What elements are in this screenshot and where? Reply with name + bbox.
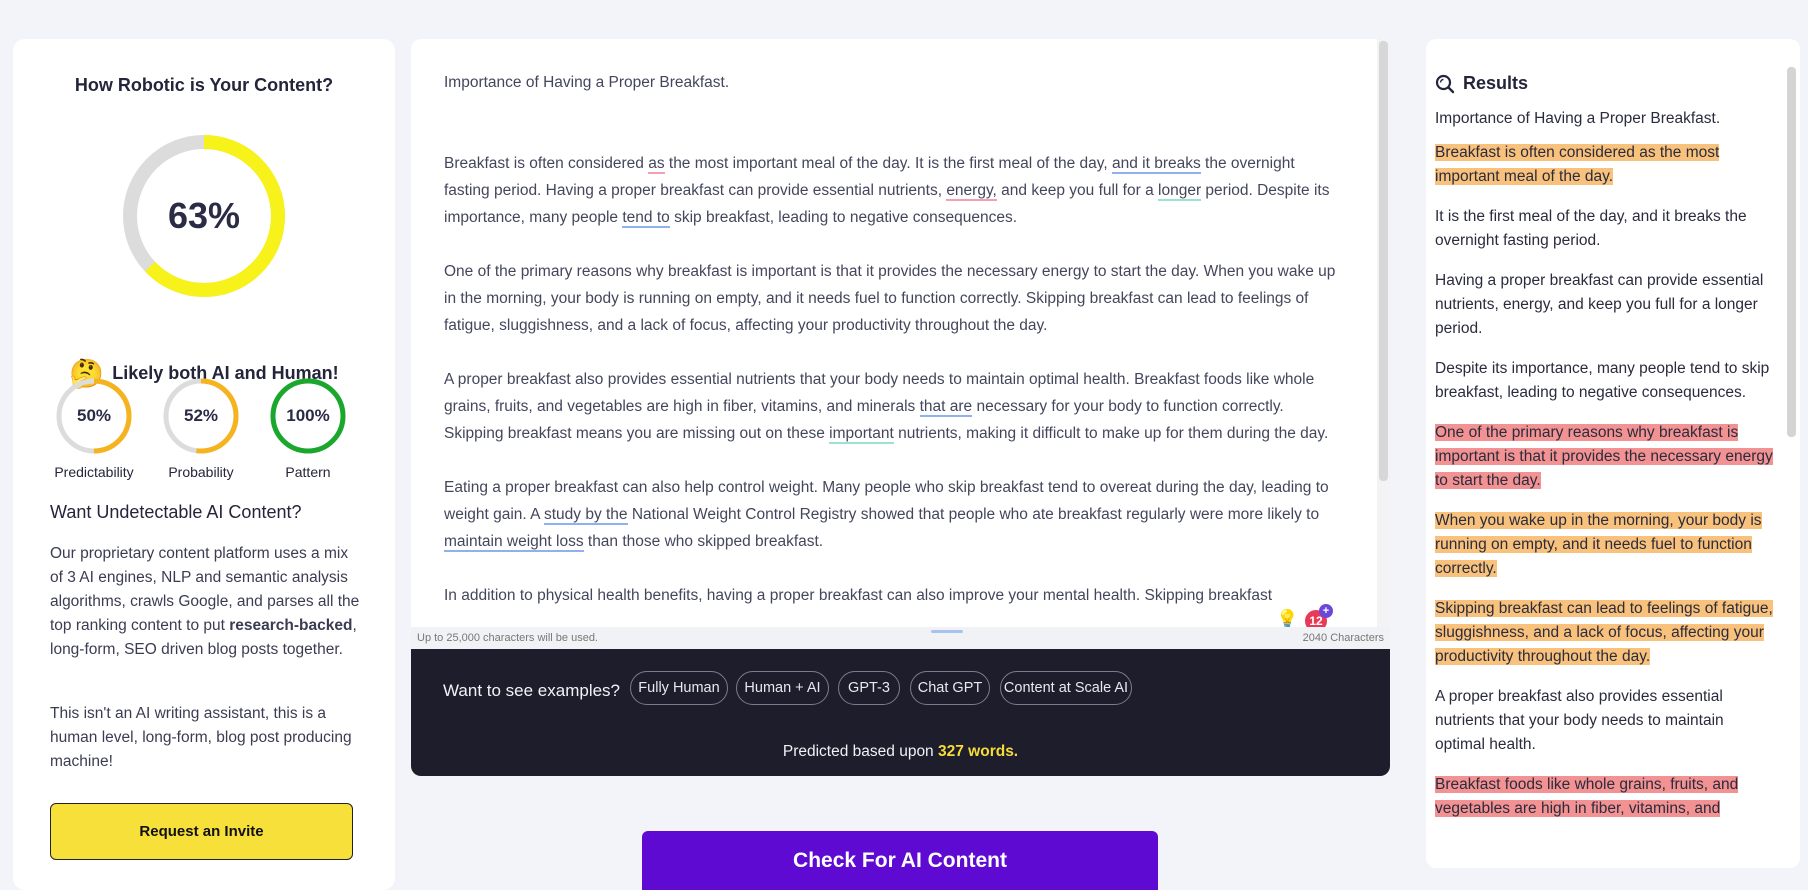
result-sentence-text: It is the first meal of the day, and it … [1435,208,1747,249]
editor-paragraph: A proper breakfast also provides essenti… [444,371,1329,444]
result-sentence-text: A proper breakfast also provides essenti… [1435,688,1724,753]
result-sentence-text: Despite its importance, many people tend… [1435,360,1770,401]
example-chip-content-at-scale[interactable]: Content at Scale AI [1000,671,1132,705]
suggestion-underline[interactable]: as [648,155,665,174]
suggestion-underline[interactable]: and it breaks [1111,155,1201,174]
promo-paragraph-2: This isn't an AI writing assistant, this… [50,705,352,770]
metric-label: Pattern [285,464,331,480]
metric-label: Probability [168,464,234,480]
scrollbar-thumb[interactable] [1787,67,1796,437]
editor-paragraph: Breakfast is often considered as the mos… [444,155,1330,228]
promo-bold: research-backed [229,617,353,634]
score-title: How Robotic is Your Content? [74,75,334,95]
result-sentence: Breakfast foods like whole grains, fruit… [1435,773,1775,821]
result-sentence: A proper breakfast also provides essenti… [1435,685,1775,757]
search-results-icon [1435,74,1455,93]
result-sentence-text: One of the primary reasons why breakfast… [1435,424,1773,489]
score-panel: How Robotic is Your Content? 63% 🤔 Likel… [13,39,395,890]
editor-paragraph: One of the primary reasons why breakfast… [444,263,1336,334]
result-sentence-text: Breakfast foods like whole grains, fruit… [1435,776,1739,817]
suggestion-underline[interactable]: that are [919,398,973,417]
examples-panel: Want to see examples? Fully Human Human … [411,649,1390,776]
suggestion-underline[interactable]: important [829,425,894,444]
result-sentence: It is the first meal of the day, and it … [1435,205,1775,253]
results-scrollbar[interactable] [1784,67,1798,857]
editor-panel: Importance of Having a Proper Breakfast.… [411,39,1390,776]
main-score-gauge: 63% [119,131,289,301]
plus-icon: + [1319,604,1333,618]
result-sentence: Importance of Having a Proper Breakfast. [1435,107,1775,131]
result-sentence: Having a proper breakfast can provide es… [1435,269,1775,341]
editor-title-line: Importance of Having a Proper Breakfast. [444,74,730,91]
result-sentence-text: Importance of Having a Proper Breakfast. [1435,110,1721,127]
text-editor[interactable]: Importance of Having a Proper Breakfast.… [411,39,1377,627]
metric-pattern: 100% Pattern [253,375,363,480]
check-ai-content-button[interactable]: Check For AI Content [642,831,1158,890]
example-chip-gpt3[interactable]: GPT-3 [838,671,900,705]
suggestion-underline[interactable]: study by the [543,506,628,525]
results-list: Importance of Having a Proper Breakfast.… [1435,107,1775,859]
metric-value: 50% [76,406,112,425]
result-sentence-text: Skipping breakfast can lead to feelings … [1435,600,1773,665]
main-score-value: 63% [167,195,241,236]
result-sentence-text: Breakfast is often considered as the mos… [1435,144,1720,185]
suggestion-underline[interactable]: energy, [946,182,997,201]
metric-label: Predictability [54,464,134,480]
character-count: 2040 Characters [1302,632,1384,644]
editor-status-bar: Up to 25,000 characters will be used. 20… [411,627,1390,649]
result-sentence: Skipping breakfast can lead to feelings … [1435,597,1775,669]
result-sentence: One of the primary reasons why breakfast… [1435,421,1775,493]
editor-scrollbar[interactable] [1377,39,1390,627]
prediction-basis: Predicted based upon 327 words. [782,743,1019,760]
results-title: Results [1463,73,1529,93]
example-chip-human-ai[interactable]: Human + AI [736,671,829,705]
editor-paragraph: In addition to physical health benefits,… [444,587,1273,604]
scrollbar-thumb[interactable] [1379,41,1388,481]
result-sentence-text: Having a proper breakfast can provide es… [1435,272,1764,337]
editor-paragraph: Eating a proper breakfast can also help … [444,479,1329,552]
word-count: 327 words. [938,743,1019,760]
metric-predictability: 50% Predictability [39,375,149,480]
request-invite-button[interactable]: Request an Invite [50,803,353,860]
results-header: Results [1435,73,1528,94]
result-sentence-text: When you wake up in the morning, your bo… [1435,512,1762,577]
promo-heading: Want Undetectable AI Content? [50,502,302,522]
resize-handle[interactable] [931,630,963,633]
result-sentence: When you wake up in the morning, your bo… [1435,509,1775,581]
metric-probability: 52% Probability [146,375,256,480]
character-limit-note: Up to 25,000 characters will be used. [417,632,598,644]
example-chip-fully-human[interactable]: Fully Human [630,671,728,705]
suggestion-underline[interactable]: maintain weight loss [444,533,584,552]
metric-value: 100% [286,406,330,425]
suggestion-underline[interactable]: tend to [622,209,670,228]
metric-value: 52% [183,406,219,425]
result-sentence: Despite its importance, many people tend… [1435,357,1775,405]
result-sentence: Breakfast is often considered as the mos… [1435,141,1775,189]
example-chip-chat-gpt[interactable]: Chat GPT [910,671,990,705]
suggestion-underline[interactable]: longer [1158,182,1202,201]
examples-label: Want to see examples? [443,681,621,700]
results-panel: Results Importance of Having a Proper Br… [1426,39,1800,868]
promo-paragraph: Our proprietary content platform uses a … [50,545,360,658]
